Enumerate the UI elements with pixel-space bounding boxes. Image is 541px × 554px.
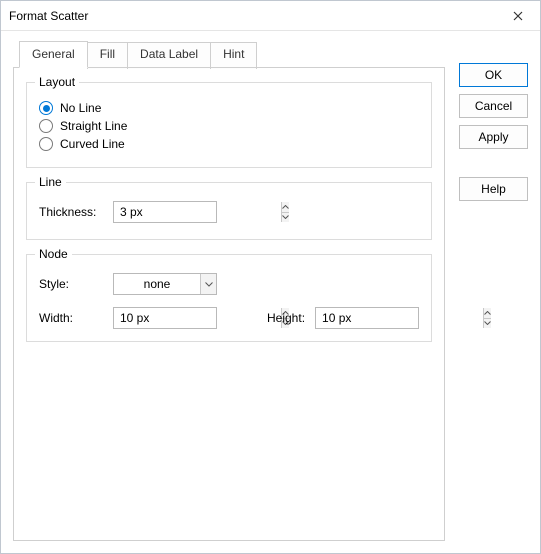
cancel-button[interactable]: Cancel <box>459 94 528 118</box>
tab-fill[interactable]: Fill <box>87 42 128 69</box>
radio-no-line[interactable]: No Line <box>39 101 419 115</box>
tab-general[interactable]: General <box>19 41 88 68</box>
width-input[interactable] <box>114 308 281 328</box>
dialog-title: Format Scatter <box>1 9 88 23</box>
help-button[interactable]: Help <box>459 177 528 201</box>
tab-hint[interactable]: Hint <box>210 42 257 69</box>
spinner-buttons <box>281 202 289 222</box>
thickness-up-button[interactable] <box>282 202 289 212</box>
group-node-title: Node <box>35 247 72 261</box>
titlebar: Format Scatter <box>1 1 540 31</box>
tab-data-label[interactable]: Data Label <box>127 42 211 69</box>
dialog-window: Format Scatter General Fill Data Label H… <box>0 0 541 554</box>
height-up-button[interactable] <box>484 308 491 318</box>
thickness-label: Thickness: <box>39 205 103 219</box>
height-spinner[interactable] <box>315 307 419 329</box>
radio-icon <box>39 101 53 115</box>
group-node: Node Style: none Width: <box>26 254 432 342</box>
height-input[interactable] <box>316 308 483 328</box>
group-line-title: Line <box>35 175 66 189</box>
spinner-buttons <box>483 308 491 328</box>
thickness-down-button[interactable] <box>282 212 289 223</box>
style-combo[interactable]: none <box>113 273 217 295</box>
apply-button[interactable]: Apply <box>459 125 528 149</box>
chevron-up-icon <box>282 205 289 209</box>
thickness-input[interactable] <box>114 202 281 222</box>
main-pane: General Fill Data Label Hint Layout No L… <box>13 41 445 541</box>
chevron-down-icon <box>205 282 213 287</box>
radio-curved-line[interactable]: Curved Line <box>39 137 419 151</box>
group-layout-title: Layout <box>35 75 79 89</box>
tab-panel: Layout No Line Straight Line Curved Line <box>13 67 445 541</box>
width-label: Width: <box>39 311 103 325</box>
chevron-down-icon <box>484 321 491 325</box>
radio-icon <box>39 137 53 151</box>
height-down-button[interactable] <box>484 318 491 329</box>
group-layout: Layout No Line Straight Line Curved Line <box>26 82 432 168</box>
style-dropdown-button[interactable] <box>200 274 216 294</box>
close-icon <box>513 11 523 21</box>
radio-straight-line[interactable]: Straight Line <box>39 119 419 133</box>
radio-label: Straight Line <box>60 119 127 133</box>
width-spinner[interactable] <box>113 307 217 329</box>
chevron-down-icon <box>282 215 289 219</box>
chevron-up-icon <box>484 311 491 315</box>
group-line: Line Thickness: <box>26 182 432 240</box>
tab-strip: General Fill Data Label Hint <box>19 41 445 68</box>
side-buttons: OK Cancel Apply Help <box>459 41 528 541</box>
radio-label: Curved Line <box>60 137 125 151</box>
thickness-spinner[interactable] <box>113 201 217 223</box>
radio-icon <box>39 119 53 133</box>
style-value: none <box>114 277 200 291</box>
height-label: Height: <box>267 311 305 325</box>
style-label: Style: <box>39 277 103 291</box>
radio-label: No Line <box>60 101 101 115</box>
ok-button[interactable]: OK <box>459 63 528 87</box>
close-button[interactable] <box>496 1 540 31</box>
